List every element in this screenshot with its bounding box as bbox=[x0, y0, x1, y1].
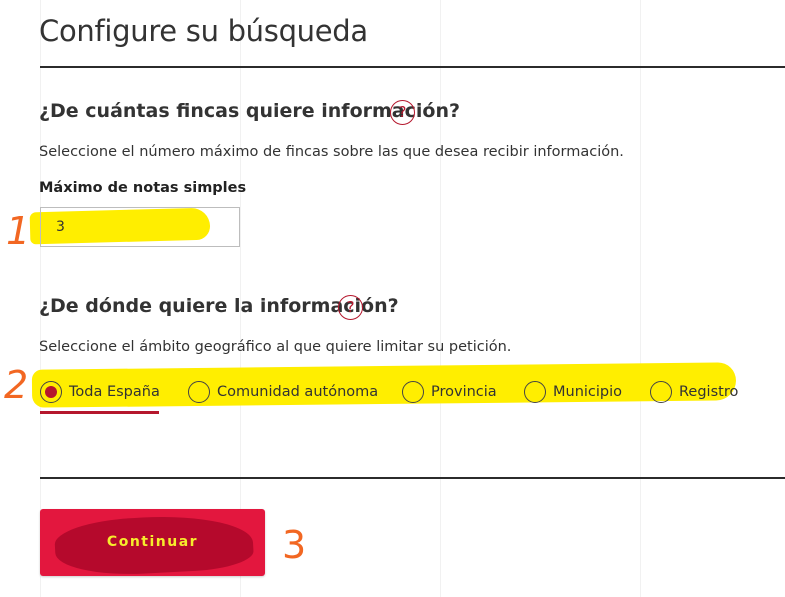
radio-label: Registro bbox=[679, 384, 739, 400]
selected-option-underline bbox=[40, 411, 159, 414]
radio-label: Toda España bbox=[69, 384, 160, 400]
actions-divider bbox=[40, 477, 785, 479]
radio-municipio[interactable]: Municipio bbox=[524, 381, 622, 403]
page-title: Configure su búsqueda bbox=[39, 14, 368, 48]
max-notes-input[interactable] bbox=[40, 207, 240, 247]
radio-selected-dot bbox=[45, 386, 57, 398]
continue-button[interactable]: Continuar bbox=[40, 509, 265, 576]
section-count-description: Seleccione el número máximo de fincas so… bbox=[39, 144, 624, 160]
radio-label: Municipio bbox=[553, 384, 623, 400]
radio-label: Comunidad autónoma bbox=[217, 384, 379, 400]
section-scope-description: Seleccione el ámbito geográfico al que q… bbox=[39, 339, 512, 355]
radio-label: Provincia bbox=[431, 384, 497, 400]
radio-icon[interactable] bbox=[650, 381, 672, 403]
grid-line bbox=[640, 0, 641, 597]
radio-icon[interactable] bbox=[188, 381, 210, 403]
radio-icon[interactable] bbox=[40, 381, 62, 403]
question-circle-icon[interactable]: ? bbox=[390, 100, 415, 125]
radio-registro[interactable]: Registro bbox=[650, 381, 738, 403]
radio-icon[interactable] bbox=[524, 381, 546, 403]
radio-comunidad-autonoma[interactable]: Comunidad autónoma bbox=[188, 381, 378, 403]
radio-icon[interactable] bbox=[402, 381, 424, 403]
annotation-step-2: 2 bbox=[4, 363, 29, 407]
radio-provincia[interactable]: Provincia bbox=[402, 381, 497, 403]
radio-toda-espana[interactable]: Toda España bbox=[40, 381, 160, 403]
continue-label: Continuar bbox=[106, 534, 199, 550]
title-divider bbox=[40, 66, 785, 68]
grid-line bbox=[440, 0, 441, 597]
annotation-step-3: 3 bbox=[282, 523, 307, 567]
max-notes-label: Máximo de notas simples bbox=[39, 180, 247, 196]
question-circle-icon[interactable]: ? bbox=[338, 295, 363, 320]
annotation-step-1: 1 bbox=[6, 209, 31, 253]
